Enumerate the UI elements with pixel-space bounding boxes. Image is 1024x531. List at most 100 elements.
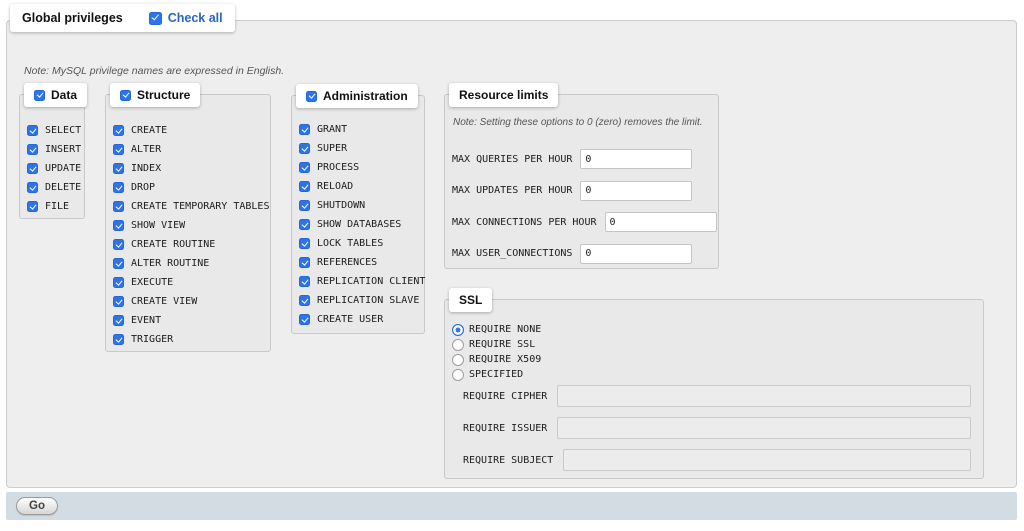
- privilege-checkbox-row[interactable]: REPLICATION SLAVE: [292, 291, 424, 310]
- privilege-checkbox-row[interactable]: REFERENCES: [292, 253, 424, 272]
- privilege-checkbox-icon[interactable]: [113, 220, 124, 231]
- privilege-label: CREATE TEMPORARY TABLES: [131, 201, 269, 212]
- privilege-note: Note: MySQL privilege names are expresse…: [24, 65, 284, 77]
- privilege-rows: SELECT INSERT UPDATEDELETEFILE: [20, 95, 84, 216]
- privilege-checkbox-icon[interactable]: [299, 257, 310, 268]
- privilege-checkbox-row[interactable]: EVENT: [106, 311, 270, 330]
- privilege-checkbox-row[interactable]: DROP: [106, 178, 270, 197]
- privilege-checkbox-icon[interactable]: [27, 182, 38, 193]
- resource-limit-row: MAX QUERIES PER HOUR: [452, 149, 712, 169]
- privilege-checkbox-icon[interactable]: [299, 219, 310, 230]
- privilege-checkbox-row[interactable]: GRANT: [292, 120, 424, 139]
- privilege-checkbox-icon[interactable]: [113, 125, 124, 136]
- resource-limit-label: MAX UPDATES PER HOUR: [452, 185, 572, 196]
- privilege-label: EVENT: [131, 315, 161, 326]
- privilege-label: CREATE USER: [317, 314, 383, 325]
- privilege-checkbox-icon[interactable]: [299, 124, 310, 135]
- ssl-option-row[interactable]: REQUIRE NONE: [452, 322, 541, 337]
- privilege-checkbox-icon[interactable]: [27, 201, 38, 212]
- privilege-checkbox-icon[interactable]: [27, 144, 38, 155]
- privilege-checkbox-row[interactable]: CREATE ROUTINE: [106, 235, 270, 254]
- privilege-checkbox-icon[interactable]: [299, 143, 310, 154]
- privilege-checkbox-row[interactable]: RELOAD: [292, 177, 424, 196]
- privilege-checkbox-row[interactable]: EXECUTE: [106, 273, 270, 292]
- privilege-checkbox-icon[interactable]: [113, 163, 124, 174]
- resource-limit-fields: MAX QUERIES PER HOUR MAX UPDATES PER HOUR…: [452, 149, 712, 264]
- ssl-fieldset: SSL REQUIRE NONEREQUIRE SSLREQUIRE X509S…: [444, 299, 984, 479]
- privilege-checkbox-row[interactable]: LOCK TABLES: [292, 234, 424, 253]
- ssl-field-input[interactable]: [557, 417, 971, 439]
- privilege-checkbox-icon[interactable]: [299, 314, 310, 325]
- privilege-checkbox-icon[interactable]: [113, 144, 124, 155]
- privilege-checkbox-row[interactable]: SELECT: [20, 121, 84, 140]
- privilege-checkbox-icon[interactable]: [113, 182, 124, 193]
- privilege-checkbox-row[interactable]: UPDATE: [20, 159, 84, 178]
- privilege-checkbox-icon[interactable]: [27, 163, 38, 174]
- privilege-checkbox-icon[interactable]: [299, 295, 310, 306]
- privilege-checkbox-row[interactable]: SHUTDOWN: [292, 196, 424, 215]
- privilege-checkbox-row[interactable]: ALTER: [106, 140, 270, 159]
- ssl-option-row[interactable]: SPECIFIED: [452, 367, 541, 382]
- privilege-label: SUPER: [317, 143, 347, 154]
- privilege-checkbox-icon[interactable]: [299, 276, 310, 287]
- resource-limit-input[interactable]: [605, 212, 717, 232]
- privilege-checkbox-icon[interactable]: [299, 181, 310, 192]
- privilege-checkbox-row[interactable]: CREATE USER: [292, 310, 424, 329]
- ssl-radio-icon[interactable]: [452, 354, 464, 366]
- privilege-group-legend-label: Administration: [323, 89, 408, 103]
- ssl-radio-icon[interactable]: [452, 369, 464, 381]
- ssl-option-row[interactable]: REQUIRE SSL: [452, 337, 541, 352]
- privilege-checkbox-icon[interactable]: [299, 162, 310, 173]
- privilege-checkbox-icon[interactable]: [113, 201, 124, 212]
- privilege-group-fieldset: DataSELECTINSERTUPDATEDELETEFILE: [19, 94, 85, 219]
- ssl-option-row[interactable]: REQUIRE X509: [452, 352, 541, 367]
- privilege-label: GRANT: [317, 124, 347, 135]
- privilege-checkbox-row[interactable]: DELETE: [20, 178, 84, 197]
- privilege-label: INSERT: [45, 144, 81, 155]
- privilege-checkbox-row[interactable]: ALTER ROUTINE: [106, 254, 270, 273]
- ssl-radio-icon[interactable]: [452, 324, 464, 336]
- privilege-checkbox-icon[interactable]: [113, 334, 124, 345]
- go-button[interactable]: Go: [16, 497, 58, 515]
- privilege-checkbox-row[interactable]: FILE: [20, 197, 84, 216]
- check-all-control[interactable]: Check all: [149, 11, 223, 25]
- privilege-rows: CREATEALTERINDEXDROP CREATE TEMPORARY TAB…: [106, 95, 270, 349]
- privilege-checkbox-icon[interactable]: [299, 238, 310, 249]
- privilege-checkbox-row[interactable]: CREATE: [106, 121, 270, 140]
- resource-limit-input[interactable]: [580, 244, 692, 264]
- privilege-checkbox-icon[interactable]: [113, 258, 124, 269]
- privilege-checkbox-icon[interactable]: [113, 239, 124, 250]
- privilege-checkbox-row[interactable]: REPLICATION CLIENT: [292, 272, 424, 291]
- resource-limit-label: MAX QUERIES PER HOUR: [452, 154, 572, 165]
- privilege-group-legend: Structure: [110, 83, 200, 107]
- ssl-radio-icon[interactable]: [452, 339, 464, 351]
- privilege-checkbox-row[interactable]: SUPER: [292, 139, 424, 158]
- resource-limit-input[interactable]: [580, 181, 692, 201]
- privilege-checkbox-icon[interactable]: [113, 277, 124, 288]
- privilege-checkbox-row[interactable]: TRIGGER: [106, 330, 270, 349]
- group-check-all-checkbox[interactable]: [306, 91, 317, 102]
- privilege-checkbox-row[interactable]: CREATE VIEW: [106, 292, 270, 311]
- resource-limit-row: MAX USER_CONNECTIONS: [452, 244, 712, 264]
- privilege-checkbox-icon[interactable]: [299, 200, 310, 211]
- privilege-checkbox-icon[interactable]: [27, 125, 38, 136]
- group-check-all-checkbox[interactable]: [120, 90, 131, 101]
- privilege-checkbox-row[interactable]: SHOW VIEW: [106, 216, 270, 235]
- privilege-checkbox-icon[interactable]: [113, 296, 124, 307]
- resource-limit-input[interactable]: [580, 149, 692, 169]
- privilege-checkbox-row[interactable]: INSERT: [20, 140, 84, 159]
- privilege-checkbox-row[interactable]: PROCESS: [292, 158, 424, 177]
- privilege-label: RELOAD: [317, 181, 353, 192]
- ssl-field-input[interactable]: [563, 449, 971, 471]
- privilege-checkbox-row[interactable]: INDEX: [106, 159, 270, 178]
- ssl-field-input[interactable]: [557, 385, 971, 407]
- ssl-option-label: REQUIRE NONE: [469, 324, 541, 335]
- privilege-group-legend-label: Structure: [137, 88, 190, 102]
- privilege-checkbox-icon[interactable]: [113, 315, 124, 326]
- privilege-group-legend-label: Data: [51, 88, 77, 102]
- privilege-checkbox-row[interactable]: SHOW DATABASES: [292, 215, 424, 234]
- privilege-checkbox-row[interactable]: CREATE TEMPORARY TABLES: [106, 197, 270, 216]
- group-check-all-checkbox[interactable]: [34, 90, 45, 101]
- check-all-checkbox-icon[interactable]: [149, 12, 162, 25]
- resource-limit-label: MAX USER_CONNECTIONS: [452, 248, 572, 259]
